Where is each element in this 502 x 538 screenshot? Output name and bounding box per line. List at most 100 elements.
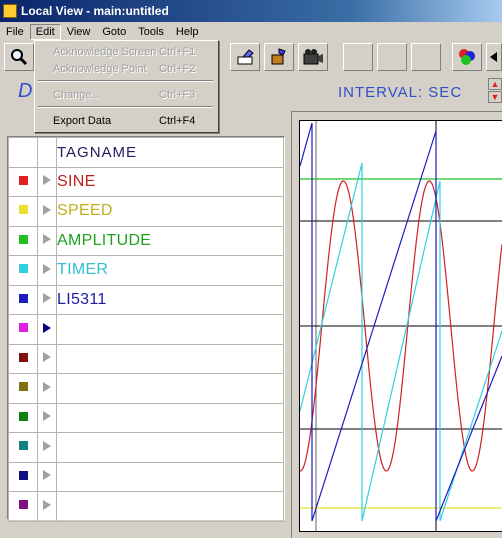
tag-table: TAGNAME SINE SPEED AMPLITUDE TIMER LI5311 xyxy=(8,137,284,522)
tag-row[interactable] xyxy=(8,461,284,492)
tag-row[interactable] xyxy=(8,491,284,522)
menu-item-label: Change... xyxy=(53,88,101,101)
tag-color-cell[interactable] xyxy=(8,432,38,463)
menu-view[interactable]: View xyxy=(61,24,97,40)
tag-color-cell[interactable] xyxy=(8,491,38,522)
tag-name-cell[interactable]: SPEED xyxy=(56,196,284,227)
tag-name-cell[interactable] xyxy=(56,432,284,463)
tag-row[interactable] xyxy=(8,432,284,463)
row-pointer-icon xyxy=(43,470,51,481)
row-selector-cell[interactable] xyxy=(37,255,57,286)
row-pointer-icon xyxy=(43,411,51,422)
toolbar-button-blank-3[interactable] xyxy=(411,43,441,71)
row-pointer-icon xyxy=(43,499,51,510)
menu-edit[interactable]: Edit xyxy=(29,23,61,40)
row-selector-cell[interactable] xyxy=(37,166,57,197)
paint-button[interactable] xyxy=(264,43,294,71)
title-bar: Local View - main:untitled xyxy=(0,0,502,22)
color-swatch xyxy=(18,175,28,185)
row-selector-cell[interactable] xyxy=(37,196,57,227)
color-swatch xyxy=(18,352,28,362)
row-selector-cell[interactable] xyxy=(37,314,57,345)
trend-label-fragment: D xyxy=(18,80,33,102)
menu-help[interactable]: Help xyxy=(170,24,205,40)
toolbar-button-blank-2[interactable] xyxy=(377,43,407,71)
colored-shapes-icon xyxy=(459,49,475,65)
tag-row[interactable]: SINE xyxy=(8,166,284,197)
menu-goto[interactable]: Goto xyxy=(96,24,132,40)
row-selector-cell[interactable] xyxy=(37,343,57,374)
row-selector-cell[interactable] xyxy=(37,373,57,404)
tag-name-cell[interactable] xyxy=(56,343,284,374)
row-pointer-icon xyxy=(43,293,51,304)
row-selector-cell[interactable] xyxy=(37,402,57,433)
tag-color-cell[interactable] xyxy=(8,402,38,433)
tag-name-cell[interactable] xyxy=(56,373,284,404)
color-swatch xyxy=(18,500,28,510)
tag-row[interactable] xyxy=(8,402,284,433)
tag-name-cell[interactable]: AMPLITUDE xyxy=(56,225,284,256)
tag-row[interactable]: SPEED xyxy=(8,196,284,227)
tag-name-cell[interactable] xyxy=(56,491,284,522)
tag-name-cell[interactable]: LI5311 xyxy=(56,284,284,315)
tag-color-cell[interactable] xyxy=(8,196,38,227)
menu-tools[interactable]: Tools xyxy=(132,24,170,40)
toolbar-button-blank-1[interactable] xyxy=(343,43,373,71)
row-pointer-icon xyxy=(43,440,51,451)
tag-color-cell[interactable] xyxy=(8,314,38,345)
row-selector-cell[interactable] xyxy=(37,225,57,256)
series-timer-line xyxy=(299,162,502,522)
interval-down-button[interactable]: ▼ xyxy=(488,91,502,103)
row-selector-cell[interactable] xyxy=(37,461,57,492)
menu-item-shortcut: Ctrl+F1 xyxy=(159,45,196,58)
color-swatch xyxy=(18,411,28,421)
series-li5311-line xyxy=(299,122,502,522)
interval-up-button[interactable]: ▲ xyxy=(488,78,502,90)
tag-row[interactable]: TIMER xyxy=(8,255,284,286)
color-swatch xyxy=(18,323,28,333)
tag-table-panel: TAGNAME SINE SPEED AMPLITUDE TIMER LI5311 xyxy=(7,136,285,522)
tag-color-cell[interactable] xyxy=(8,461,38,492)
color-swatch xyxy=(18,382,28,392)
header-cell-select xyxy=(37,137,57,168)
menu-item-label: Export Data xyxy=(53,114,112,127)
tag-color-cell[interactable] xyxy=(8,255,38,286)
menu-item-acknowledge-point[interactable]: Acknowledge Point Ctrl+F2 xyxy=(35,60,216,77)
tag-color-cell[interactable] xyxy=(8,373,38,404)
menu-separator xyxy=(38,106,213,108)
tag-name-cell[interactable] xyxy=(56,461,284,492)
interval-arrows: ▲ ▼ xyxy=(488,78,502,104)
tag-row[interactable] xyxy=(8,343,284,374)
menu-file[interactable]: File xyxy=(0,24,30,40)
camera-button[interactable] xyxy=(298,43,328,71)
menu-item-shortcut: Ctrl+F4 xyxy=(159,114,196,127)
tag-color-cell[interactable] xyxy=(8,343,38,374)
tag-row[interactable] xyxy=(8,314,284,345)
row-pointer-icon xyxy=(43,352,51,363)
color-swatch xyxy=(18,205,28,215)
menu-item-acknowledge-screen[interactable]: Acknowledge Screen Ctrl+F1 xyxy=(35,43,216,60)
row-selector-cell[interactable] xyxy=(37,491,57,522)
tag-color-cell[interactable] xyxy=(8,284,38,315)
menu-separator xyxy=(38,80,213,82)
zoom-button[interactable] xyxy=(4,43,34,71)
tag-name-cell[interactable]: SINE xyxy=(56,166,284,197)
scroll-left-button[interactable] xyxy=(486,43,502,71)
menu-item-change[interactable]: Change... Ctrl+F3 xyxy=(35,86,216,103)
row-selector-cell[interactable] xyxy=(37,284,57,315)
menu-item-export-data[interactable]: Export Data Ctrl+F4 xyxy=(35,112,216,129)
tag-name-cell[interactable]: TIMER xyxy=(56,255,284,286)
tag-name-cell[interactable] xyxy=(56,314,284,345)
tag-row[interactable]: AMPLITUDE xyxy=(8,225,284,256)
tag-color-cell[interactable] xyxy=(8,225,38,256)
objects-button[interactable] xyxy=(452,43,482,71)
menu-item-shortcut: Ctrl+F3 xyxy=(159,88,196,101)
camera-icon xyxy=(303,49,323,65)
tag-color-cell[interactable] xyxy=(8,166,38,197)
tag-name-cell[interactable] xyxy=(56,402,284,433)
eraser-button[interactable] xyxy=(230,43,260,71)
color-swatch xyxy=(18,293,28,303)
tag-row[interactable] xyxy=(8,373,284,404)
row-selector-cell[interactable] xyxy=(37,432,57,463)
tag-row[interactable]: LI5311 xyxy=(8,284,284,315)
